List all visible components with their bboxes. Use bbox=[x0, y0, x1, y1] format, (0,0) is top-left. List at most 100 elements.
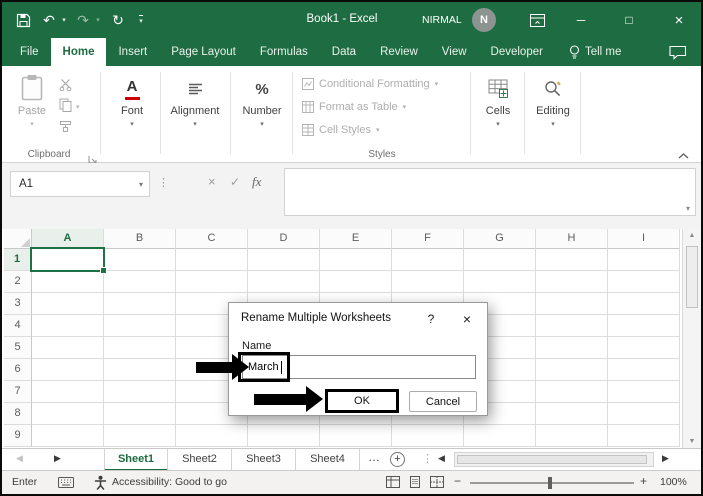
tab-developer[interactable]: Developer bbox=[479, 38, 555, 66]
ribbon-display-options-button[interactable] bbox=[524, 2, 550, 38]
zoom-out-button[interactable]: − bbox=[454, 474, 461, 488]
sheet-tab-sheet1[interactable]: Sheet1 bbox=[104, 449, 168, 471]
copy-icon bbox=[59, 98, 72, 112]
undo-button[interactable]: ↶ bbox=[40, 2, 58, 38]
account-name[interactable]: NIRMAL bbox=[422, 14, 462, 26]
row-header[interactable]: 2 bbox=[4, 271, 32, 293]
formula-input[interactable]: ▾ bbox=[284, 168, 696, 216]
refresh-button[interactable]: ↻ bbox=[108, 2, 128, 38]
tab-home[interactable]: Home bbox=[50, 38, 107, 66]
name-input[interactable]: March bbox=[242, 355, 476, 379]
keyboard-icon[interactable] bbox=[58, 477, 74, 491]
paste-button[interactable]: Paste ▾ bbox=[10, 72, 54, 128]
cancel-button[interactable]: Cancel bbox=[409, 391, 477, 412]
tab-review[interactable]: Review bbox=[368, 38, 430, 66]
row-header-1[interactable]: 1 bbox=[4, 249, 32, 271]
redo-button[interactable]: ↷ bbox=[74, 2, 92, 38]
row-header[interactable]: 5 bbox=[4, 337, 32, 359]
cut-button[interactable] bbox=[59, 78, 72, 96]
zoom-in-button[interactable]: + bbox=[640, 474, 647, 488]
format-as-table-button[interactable]: Format as Table ▾ bbox=[302, 101, 406, 113]
page-layout-view-button[interactable] bbox=[408, 476, 422, 491]
sheet-tabs-overflow[interactable]: … bbox=[368, 450, 380, 464]
tab-splitter-handle[interactable]: ⋮ bbox=[422, 452, 433, 465]
column-header[interactable]: F bbox=[392, 229, 464, 249]
row-header[interactable]: 9 bbox=[4, 425, 32, 447]
save-button[interactable] bbox=[10, 2, 36, 38]
dialog-help-button[interactable]: ? bbox=[419, 308, 443, 329]
close-button[interactable]: × bbox=[662, 2, 696, 38]
sheet-nav-prev-icon[interactable]: ◀ bbox=[16, 453, 23, 464]
alignment-group-button[interactable]: Alignment ▾ bbox=[162, 76, 228, 128]
row-header[interactable]: 6 bbox=[4, 359, 32, 381]
column-header[interactable]: B bbox=[104, 229, 176, 249]
accessibility-status[interactable]: Accessibility: Good to go bbox=[112, 476, 227, 488]
selected-cell-a1[interactable] bbox=[30, 247, 107, 274]
comments-icon[interactable] bbox=[669, 45, 687, 65]
name-box-dropdown-icon[interactable]: ▾ bbox=[139, 180, 143, 189]
column-header[interactable]: C bbox=[176, 229, 248, 249]
column-header-a[interactable]: A bbox=[32, 229, 104, 249]
tab-page-layout[interactable]: Page Layout bbox=[159, 38, 248, 66]
column-header[interactable]: I bbox=[608, 229, 680, 249]
undo-dropdown[interactable]: ▾ bbox=[58, 2, 70, 38]
formula-bar-drag-handle[interactable]: ⋮ bbox=[158, 176, 169, 189]
horizontal-scroll-thumb[interactable] bbox=[457, 455, 647, 464]
column-header[interactable]: G bbox=[464, 229, 536, 249]
ok-button[interactable]: OK bbox=[325, 389, 399, 413]
redo-dropdown[interactable]: ▾ bbox=[92, 2, 104, 38]
row-header[interactable]: 7 bbox=[4, 381, 32, 403]
cell-styles-button[interactable]: Cell Styles ▾ bbox=[302, 124, 379, 136]
tab-insert[interactable]: Insert bbox=[106, 38, 159, 66]
name-box[interactable]: A1 ▾ bbox=[10, 171, 150, 197]
editing-group-button[interactable]: Editing ▾ bbox=[526, 76, 580, 128]
column-header[interactable]: D bbox=[248, 229, 320, 249]
cells-group-button[interactable]: Cells ▾ bbox=[472, 76, 524, 128]
sheet-tab-sheet3[interactable]: Sheet3 bbox=[232, 449, 296, 471]
customize-qat-button[interactable]: ▾ bbox=[132, 2, 150, 38]
formula-cancel-button[interactable]: × bbox=[208, 174, 216, 189]
customize-qat-icon: ▾ bbox=[139, 15, 143, 25]
hscroll-right-icon[interactable]: ▶ bbox=[662, 453, 669, 464]
font-group-button[interactable]: A Font ▾ bbox=[104, 76, 160, 128]
scroll-down-icon[interactable]: ▼ bbox=[683, 438, 701, 445]
tab-view[interactable]: View bbox=[430, 38, 479, 66]
zoom-slider-track[interactable] bbox=[470, 482, 634, 484]
sheet-tab-sheet4[interactable]: Sheet4 bbox=[296, 449, 360, 471]
vertical-scroll-thumb[interactable] bbox=[686, 246, 698, 308]
zoom-slider-thumb[interactable] bbox=[548, 477, 552, 489]
scroll-up-icon[interactable]: ▲ bbox=[683, 232, 701, 239]
row-header[interactable]: 8 bbox=[4, 403, 32, 425]
formula-enter-button[interactable]: ✓ bbox=[230, 175, 240, 189]
row-header[interactable]: 3 bbox=[4, 293, 32, 315]
insert-function-button[interactable]: fx bbox=[252, 174, 261, 190]
tab-data[interactable]: Data bbox=[320, 38, 368, 66]
column-header[interactable]: H bbox=[536, 229, 608, 249]
maximize-button[interactable]: □ bbox=[614, 2, 644, 38]
column-header[interactable]: E bbox=[320, 229, 392, 249]
vertical-scrollbar[interactable]: ▲ ▼ bbox=[682, 229, 701, 448]
sheet-tab-sheet2[interactable]: Sheet2 bbox=[168, 449, 232, 471]
minimize-button[interactable]: ─ bbox=[566, 2, 596, 38]
number-group-button[interactable]: % Number ▾ bbox=[232, 76, 292, 129]
normal-view-button[interactable] bbox=[386, 476, 400, 491]
copy-dropdown-icon[interactable]: ▾ bbox=[76, 103, 80, 111]
tab-file[interactable]: File bbox=[8, 38, 51, 66]
avatar[interactable]: N bbox=[472, 8, 496, 32]
select-all-corner[interactable] bbox=[4, 229, 32, 249]
tab-formulas[interactable]: Formulas bbox=[248, 38, 320, 66]
hscroll-left-icon[interactable]: ◀ bbox=[438, 453, 445, 464]
horizontal-scrollbar[interactable] bbox=[454, 452, 654, 467]
collapse-ribbon-button[interactable] bbox=[678, 146, 689, 164]
conditional-formatting-button[interactable]: Conditional Formatting ▾ bbox=[302, 78, 438, 90]
row-header[interactable]: 4 bbox=[4, 315, 32, 337]
format-painter-button[interactable] bbox=[59, 120, 72, 138]
zoom-level[interactable]: 100% bbox=[660, 476, 687, 488]
dialog-close-button[interactable]: × bbox=[455, 308, 479, 329]
page-break-view-button[interactable] bbox=[430, 476, 444, 491]
copy-button[interactable] bbox=[59, 98, 72, 117]
new-sheet-button[interactable]: + bbox=[390, 452, 405, 467]
tell-me-button[interactable]: Tell me bbox=[559, 38, 631, 66]
formula-bar-expand-icon[interactable]: ▾ bbox=[686, 204, 690, 213]
sheet-nav-next-icon[interactable]: ▶ bbox=[54, 453, 61, 464]
